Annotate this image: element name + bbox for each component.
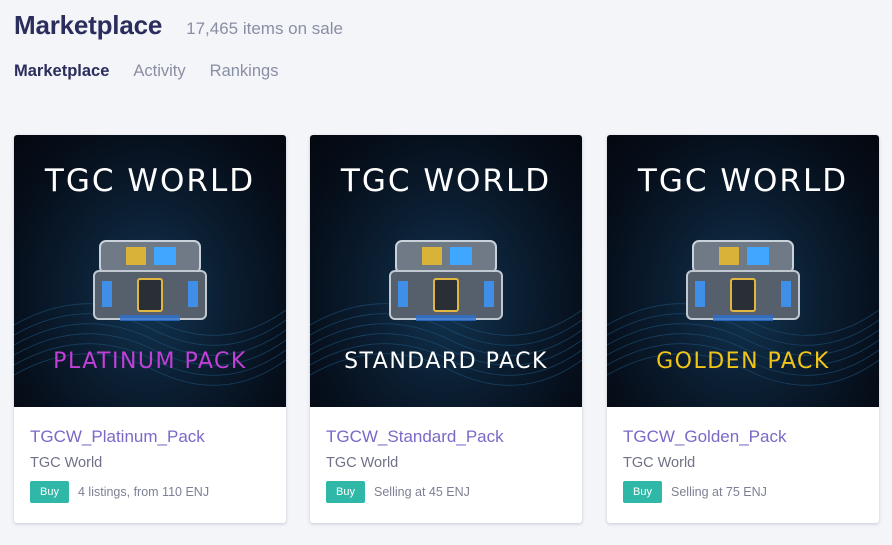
item-name-link[interactable]: TGCW_Platinum_Pack [30,427,270,447]
buy-button[interactable]: Buy [326,481,365,503]
item-creator: TGC World [326,455,399,471]
tab-activity[interactable]: Activity [133,62,185,81]
art-pack-text: GOLDEN PACK [656,349,830,374]
item-price: Selling at 45 ENJ [374,485,470,499]
item-name-link[interactable]: TGCW_Golden_Pack [623,427,863,447]
tab-marketplace[interactable]: Marketplace [14,62,109,81]
art-brand-text: TGC WORLD [637,163,849,199]
item-image[interactable]: TGC WORLD GOLDEN PACK [607,135,879,407]
chest-icon [93,240,207,321]
item-name-link[interactable]: TGCW_Standard_Pack [326,427,566,447]
chest-icon [389,240,503,321]
item-creator: TGC World [623,455,696,471]
page-header: Marketplace 17,465 items on sale [14,10,343,41]
item-card[interactable]: TGC WORLD PLATINUM PACK TGCW_Platinum_Pa… [14,135,286,523]
page-title: Marketplace [14,10,163,40]
item-card[interactable]: TGC WORLD STANDARD PACK TGCW_Standard_Pa… [310,135,582,523]
art-pack-text: PLATINUM PACK [53,349,247,374]
chest-icon [686,240,800,321]
tab-rankings[interactable]: Rankings [210,62,279,81]
art-brand-text: TGC WORLD [340,163,552,199]
item-image[interactable]: TGC WORLD STANDARD PACK [310,135,582,407]
art-brand-text: TGC WORLD [44,163,256,199]
tab-bar: Marketplace Activity Rankings [14,62,302,81]
items-count: 17,465 items on sale [186,19,343,38]
item-price: 4 listings, from 110 ENJ [78,485,210,499]
item-creator: TGC World [30,455,103,471]
buy-button[interactable]: Buy [623,481,662,503]
buy-button[interactable]: Buy [30,481,69,503]
art-pack-text: STANDARD PACK [344,349,548,374]
item-card[interactable]: TGC WORLD GOLDEN PACK TGCW_Golden_Pack T… [607,135,879,523]
item-price: Selling at 75 ENJ [671,485,767,499]
item-image[interactable]: TGC WORLD PLATINUM PACK [14,135,286,407]
